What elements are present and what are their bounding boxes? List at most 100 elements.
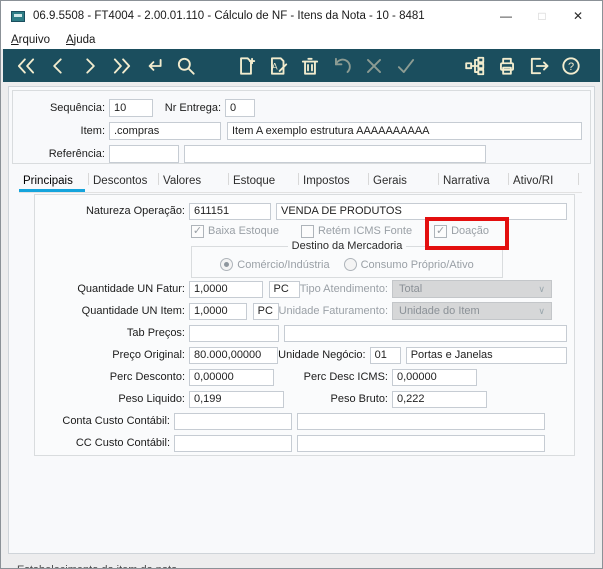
preco-original-input[interactable]: 80.000,00000 bbox=[189, 346, 279, 364]
baixa-estoque-checkbox bbox=[191, 224, 204, 238]
tab-narrativa[interactable]: Narrativa bbox=[439, 169, 509, 192]
exit-button[interactable] bbox=[526, 53, 552, 79]
conta-custo-code-input[interactable] bbox=[174, 412, 292, 430]
quantidade-un-item-input[interactable]: 1,0000 bbox=[189, 302, 247, 320]
retem-icms-fonte-label: Retém ICMS Fonte bbox=[317, 225, 413, 237]
baixa-estoque-label: Baixa Estoque bbox=[208, 225, 279, 237]
cc-custo-row: CC Custo Contábil: bbox=[39, 432, 570, 454]
perc-desconto-input[interactable]: 0,00000 bbox=[189, 368, 274, 386]
referencia-code-input[interactable] bbox=[109, 144, 179, 163]
next-record-button[interactable] bbox=[77, 53, 103, 79]
menu-ajuda-accel: A bbox=[66, 34, 74, 46]
minimize-button[interactable]: — bbox=[488, 3, 524, 29]
consumo-proprio-radio bbox=[343, 258, 357, 271]
unidade-faturamento-value: Unidade do Item bbox=[399, 305, 480, 317]
quantidade-un-fatur-label: Quantidade UN Fatur: bbox=[77, 283, 185, 295]
unidade-negocio-label: Unidade Negócio: bbox=[278, 349, 366, 361]
item-label: Item: bbox=[80, 124, 105, 137]
comercio-industria-radio bbox=[220, 258, 234, 271]
tab-principais-label: Principais bbox=[23, 175, 73, 187]
tab-bar: Principais Descontos Valores Estoque Imp… bbox=[19, 169, 582, 193]
item-code-input[interactable]: .compras bbox=[109, 121, 221, 140]
unidade-faturamento-dropdown: Unidade do Item ∨ bbox=[392, 302, 552, 320]
toolbar: A ? bbox=[3, 49, 600, 82]
menu-arquivo-accel: A bbox=[11, 34, 19, 46]
menu-arquivo[interactable]: Arquivo bbox=[11, 34, 50, 46]
menu-ajuda[interactable]: Ajuda bbox=[66, 34, 95, 46]
edit-record-button[interactable]: A bbox=[265, 53, 291, 79]
header-fields-box: Sequência: 10 Nr Entrega: 0 Item: .compr… bbox=[12, 90, 591, 164]
peso-liquido-row: Peso Liquido: 0,199 Peso Bruto: 0,222 bbox=[39, 388, 570, 410]
check-icon bbox=[397, 58, 415, 73]
help-button[interactable]: ? bbox=[558, 53, 584, 79]
retem-icms-fonte-checkbox bbox=[300, 224, 314, 238]
first-record-button[interactable] bbox=[13, 53, 39, 79]
referencia-label: Referência: bbox=[48, 147, 105, 160]
chevron-left-icon bbox=[53, 57, 62, 74]
search-button[interactable] bbox=[173, 53, 199, 79]
consumo-proprio-radio-group: Consumo Próprio/Ativo bbox=[343, 258, 474, 271]
unidade-negocio-code-input[interactable]: 01 bbox=[369, 346, 401, 364]
trash-icon bbox=[301, 57, 319, 75]
tree-view-button[interactable] bbox=[462, 53, 488, 79]
peso-liquido-input[interactable]: 0,199 bbox=[189, 390, 284, 408]
quantidade-un-fatur-input[interactable]: 1,0000 bbox=[189, 280, 263, 298]
new-record-button[interactable] bbox=[233, 53, 259, 79]
perc-desc-icms-input[interactable]: 0,00000 bbox=[392, 368, 477, 386]
last-record-button[interactable] bbox=[109, 53, 135, 79]
tab-gerais[interactable]: Gerais bbox=[369, 169, 439, 192]
tab-precos-code-input[interactable] bbox=[189, 324, 279, 342]
cc-custo-code-input[interactable] bbox=[174, 434, 292, 452]
tab-principais[interactable]: Principais bbox=[19, 169, 89, 192]
tab-descontos[interactable]: Descontos bbox=[89, 169, 159, 192]
unidade-faturamento-label: Unidade Faturamento: bbox=[278, 305, 388, 317]
comercio-industria-label: Comércio/Indústria bbox=[237, 258, 330, 271]
doacao-checkbox-group: Doação bbox=[425, 216, 509, 250]
tab-ativo-ri[interactable]: Ativo/RI bbox=[509, 169, 579, 192]
item-description-input[interactable]: Item A exemplo estrutura AAAAAAAAAA bbox=[227, 121, 582, 140]
edit-document-icon: A bbox=[271, 56, 288, 75]
confirm-button bbox=[393, 53, 419, 79]
tab-valores-label: Valores bbox=[163, 175, 202, 187]
conta-custo-label: Conta Custo Contábil: bbox=[62, 415, 170, 427]
sequencia-row: Sequência: 10 Nr Entrega: 0 bbox=[13, 96, 590, 119]
natureza-operacao-description-input[interactable]: VENDA DE PRODUTOS bbox=[276, 202, 567, 220]
cc-custo-label: CC Custo Contábil: bbox=[75, 437, 170, 449]
natureza-operacao-code-input[interactable]: 611151 bbox=[189, 202, 271, 220]
referencia-description-input[interactable] bbox=[184, 144, 486, 163]
tipo-atendimento-value: Total bbox=[399, 283, 423, 295]
tab-impostos[interactable]: Impostos bbox=[299, 169, 369, 192]
previous-record-button[interactable] bbox=[45, 53, 71, 79]
tipo-atendimento-label: Tipo Atendimento: bbox=[299, 283, 388, 295]
quantidade-un-item-unit-input[interactable]: PC bbox=[252, 302, 279, 320]
unidade-negocio-description-input[interactable]: Portas e Janelas bbox=[405, 346, 567, 364]
sequencia-input[interactable]: 10 bbox=[109, 98, 153, 117]
status-text-clipped: Estabelecimento do item da nota bbox=[17, 564, 594, 568]
help-icon: ? bbox=[562, 56, 580, 75]
tab-ativo-ri-label: Ativo/RI bbox=[513, 175, 554, 187]
peso-bruto-input[interactable]: 0,222 bbox=[392, 390, 487, 408]
tab-estoque[interactable]: Estoque bbox=[229, 169, 299, 192]
menu-arquivo-rest: rquivo bbox=[18, 34, 50, 46]
peso-liquido-label: Peso Liquido: bbox=[118, 393, 185, 405]
delete-record-button[interactable] bbox=[297, 53, 323, 79]
referencia-row: Referência: bbox=[13, 142, 590, 165]
close-button[interactable]: ✕ bbox=[560, 3, 596, 29]
conta-custo-description-input[interactable] bbox=[297, 412, 545, 430]
printer-icon bbox=[500, 57, 514, 75]
retem-icms-fonte-checkbox-group: Retém ICMS Fonte bbox=[300, 224, 413, 238]
checkbox-row: Baixa Estoque Retém ICMS Fonte Doação bbox=[39, 216, 570, 250]
cc-custo-description-input[interactable] bbox=[297, 434, 545, 452]
tab-precos-description-input[interactable] bbox=[284, 324, 567, 342]
tab-estoque-label: Estoque bbox=[233, 175, 276, 187]
print-button[interactable] bbox=[494, 53, 520, 79]
perc-desconto-label: Perc Desconto: bbox=[109, 371, 185, 383]
natureza-operacao-row: Natureza Operação: 611151 VENDA DE PRODU… bbox=[39, 200, 570, 222]
go-button[interactable] bbox=[141, 53, 167, 79]
quantidade-un-fatur-unit-input[interactable]: PC bbox=[268, 280, 300, 298]
nr-entrega-label: Nr Entrega: bbox=[164, 101, 221, 114]
nr-entrega-input[interactable]: 0 bbox=[225, 98, 255, 117]
chevron-down-icon: ∨ bbox=[538, 283, 545, 294]
tab-valores[interactable]: Valores bbox=[159, 169, 229, 192]
perc-desconto-row: Perc Desconto: 0,00000 Perc Desc ICMS: 0… bbox=[39, 366, 570, 388]
